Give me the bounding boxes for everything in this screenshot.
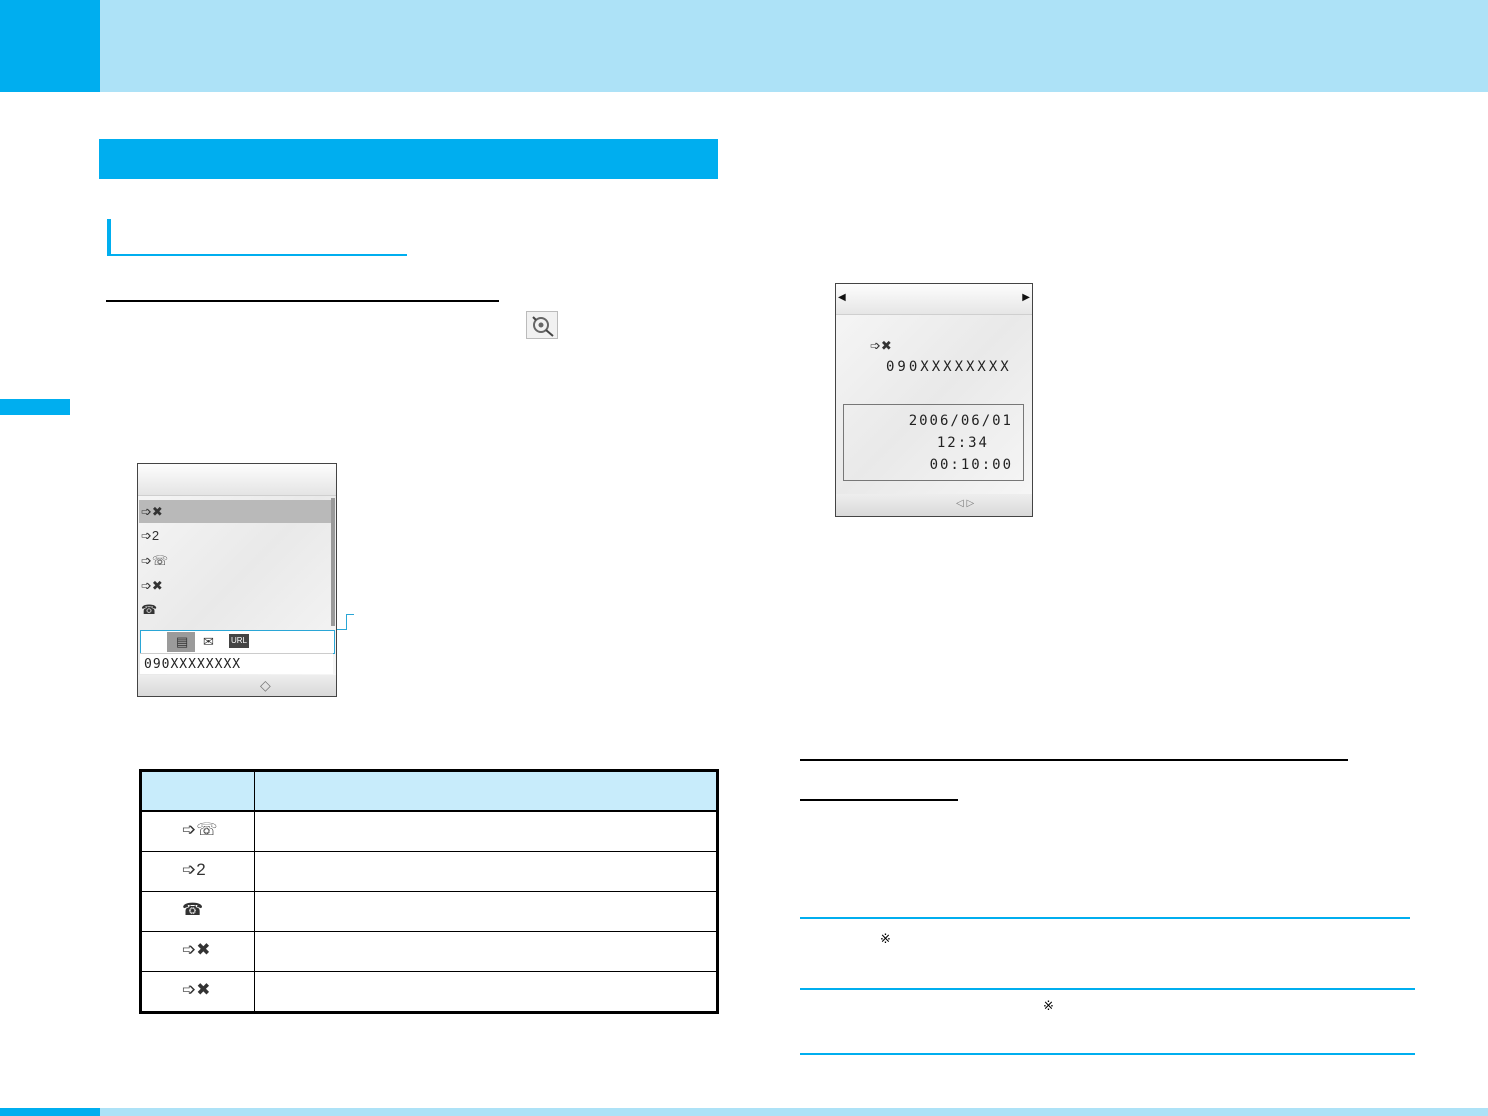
note-divider — [800, 988, 1415, 990]
table-column-divider — [254, 772, 255, 1011]
chapter-tab — [0, 0, 100, 92]
call-two-icon: ➩2 — [182, 860, 206, 879]
phone-number-field: 090XXXXXXXX — [140, 653, 333, 674]
mail-icon[interactable]: ✉ — [203, 634, 214, 650]
call-info-box: 2006/06/01 12:34 00:10:00 — [843, 404, 1024, 481]
list-item[interactable]: ☎ — [139, 598, 331, 621]
phone-number: 090XXXXXXXX — [886, 359, 1012, 375]
underlined-heading-rule — [106, 300, 499, 302]
reference-mark: ※ — [1043, 998, 1054, 1013]
callout-line — [346, 614, 354, 615]
side-index-tab — [0, 399, 70, 415]
soft-key-bar: ◇ — [138, 675, 336, 696]
call-forwarded-icon: ➩✖ — [870, 338, 892, 353]
table-row: ➩2 — [142, 852, 716, 892]
call-detail-screen: ◀ ▶ ➩✖ 090XXXXXXXX 2006/06/01 12:34 00:1… — [835, 283, 1033, 517]
nav-key-icon: ◇ — [260, 677, 271, 693]
scrollbar[interactable] — [331, 498, 335, 626]
url-icon[interactable]: URL — [229, 634, 249, 648]
soft-key-bar: ◁ ▷ — [836, 494, 1032, 516]
list-item[interactable]: ➩☏ — [139, 549, 331, 572]
call-time: 12:34 — [936, 435, 989, 451]
table-row: ➩✖ — [142, 932, 716, 972]
next-arrow-icon[interactable]: ▶ — [1022, 292, 1030, 303]
phonebook-icon[interactable]: ▤ — [176, 634, 188, 650]
nav-key-icon: ◁ ▷ — [956, 498, 975, 509]
call-icon: ➩☏ — [141, 553, 169, 568]
reference-mark: ※ — [880, 931, 891, 946]
section-title-bar — [99, 139, 718, 179]
table-header — [142, 772, 716, 812]
list-item[interactable]: ➩✖ — [139, 500, 331, 523]
screen-header — [138, 464, 336, 496]
table-row: ➩☏ — [142, 812, 716, 852]
settings-icon — [526, 311, 558, 339]
call-duration: 00:10:00 — [929, 457, 1013, 473]
footer-tab — [0, 1108, 100, 1116]
call-date: 2006/06/01 — [908, 413, 1013, 429]
screen-header: ◀ ▶ — [836, 284, 1032, 315]
call-blocked-icon: ➩✖ — [141, 578, 163, 593]
call-forwarded-icon: ➩✖ — [182, 980, 211, 999]
icon-legend-table: ➩☏ ➩2 ☎ ➩✖ ➩✖ — [139, 769, 719, 1014]
call-end-icon: ☎ — [141, 602, 158, 617]
note-divider — [800, 1053, 1415, 1055]
sub-heading-marker — [107, 219, 407, 256]
call-blocked-icon: ➩✖ — [182, 940, 211, 959]
call-forwarded-icon: ➩✖ — [141, 504, 163, 519]
call-two-icon: ➩2 — [141, 528, 160, 543]
call-end-icon: ☎ — [182, 900, 204, 919]
underlined-heading-rule — [800, 759, 1348, 761]
underlined-heading-rule — [800, 799, 958, 801]
list-item[interactable]: ➩2 — [139, 524, 331, 547]
footer-band — [0, 1108, 1488, 1116]
note-divider — [800, 917, 1410, 919]
call-icon: ➩☏ — [182, 820, 218, 839]
table-row: ➩✖ — [142, 972, 716, 1012]
table-row: ☎ — [142, 892, 716, 932]
contact-icon-bar: ▤ ✉ URL — [140, 630, 335, 654]
callout-line — [346, 614, 347, 630]
header-band — [0, 0, 1488, 92]
prev-arrow-icon[interactable]: ◀ — [838, 292, 846, 303]
call-log-screen: ➩✖ ➩2 ➩☏ ➩✖ ☎ ▤ ✉ URL 090XXXXXXXX ◇ — [137, 463, 337, 697]
list-item[interactable]: ➩✖ — [139, 574, 331, 597]
